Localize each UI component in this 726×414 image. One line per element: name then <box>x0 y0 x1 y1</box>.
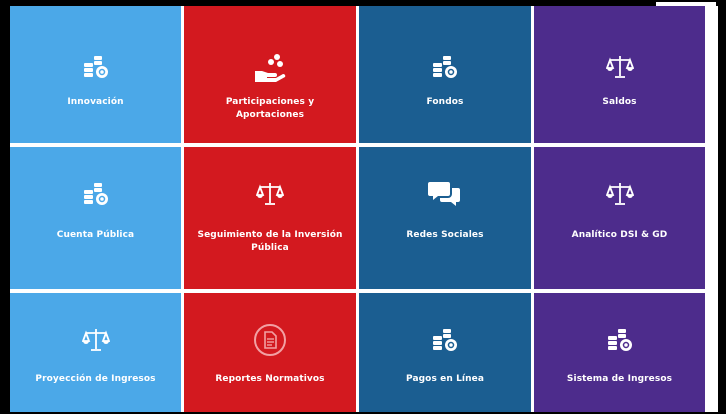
tile-seguimiento-inversion[interactable]: Seguimiento de la Inversión Pública <box>184 147 356 289</box>
screen-frame: Innovación Participaciones y Aportacione… <box>0 0 726 414</box>
tile-grid: Innovación Participaciones y Aportacione… <box>10 6 718 412</box>
document-circle-icon <box>253 323 287 357</box>
tile-label: Sistema de Ingresos <box>566 374 673 384</box>
tile-label: Proyección de Ingresos <box>35 374 156 384</box>
tile-label: Cuenta Pública <box>56 230 135 240</box>
tile-label: Saldos <box>602 97 637 107</box>
balance-scale-icon <box>603 50 637 84</box>
tile-label: Analítico DSI & GD <box>571 230 668 240</box>
hand-coins-icon <box>253 50 287 84</box>
tile-label: Reportes Normativos <box>215 374 325 384</box>
tile-label: Innovación <box>67 97 124 107</box>
tile-pagos-en-linea[interactable]: Pagos en Línea <box>359 293 531 412</box>
coins-icon <box>428 50 462 84</box>
tile-saldos[interactable]: Saldos <box>534 6 705 143</box>
tile-label: Pagos en Línea <box>406 374 484 384</box>
balance-scale-icon <box>79 323 113 357</box>
tile-label: Redes Sociales <box>406 230 484 240</box>
tile-label: Fondos <box>426 97 464 107</box>
balance-scale-icon <box>603 177 637 211</box>
tile-proyeccion-ingresos[interactable]: Proyección de Ingresos <box>10 293 181 412</box>
tile-analitico[interactable]: Analítico DSI & GD <box>534 147 705 289</box>
tile-redes-sociales[interactable]: Redes Sociales <box>359 147 531 289</box>
coins-icon <box>79 50 113 84</box>
tile-fondos[interactable]: Fondos <box>359 6 531 143</box>
chat-bubbles-icon <box>428 177 462 211</box>
tile-reportes-normativos[interactable]: Reportes Normativos <box>184 293 356 412</box>
tile-sistema-ingresos[interactable]: Sistema de Ingresos <box>534 293 705 412</box>
coins-icon <box>603 323 637 357</box>
coins-icon <box>79 177 113 211</box>
balance-scale-icon <box>253 177 287 211</box>
tile-innovacion[interactable]: Innovación <box>10 6 181 143</box>
tile-label: Participaciones y Aportaciones <box>225 97 315 120</box>
tile-label: Seguimiento de la Inversión Pública <box>197 230 343 253</box>
tile-cuenta-publica[interactable]: Cuenta Pública <box>10 147 181 289</box>
tile-participaciones[interactable]: Participaciones y Aportaciones <box>184 6 356 143</box>
coins-icon <box>428 323 462 357</box>
